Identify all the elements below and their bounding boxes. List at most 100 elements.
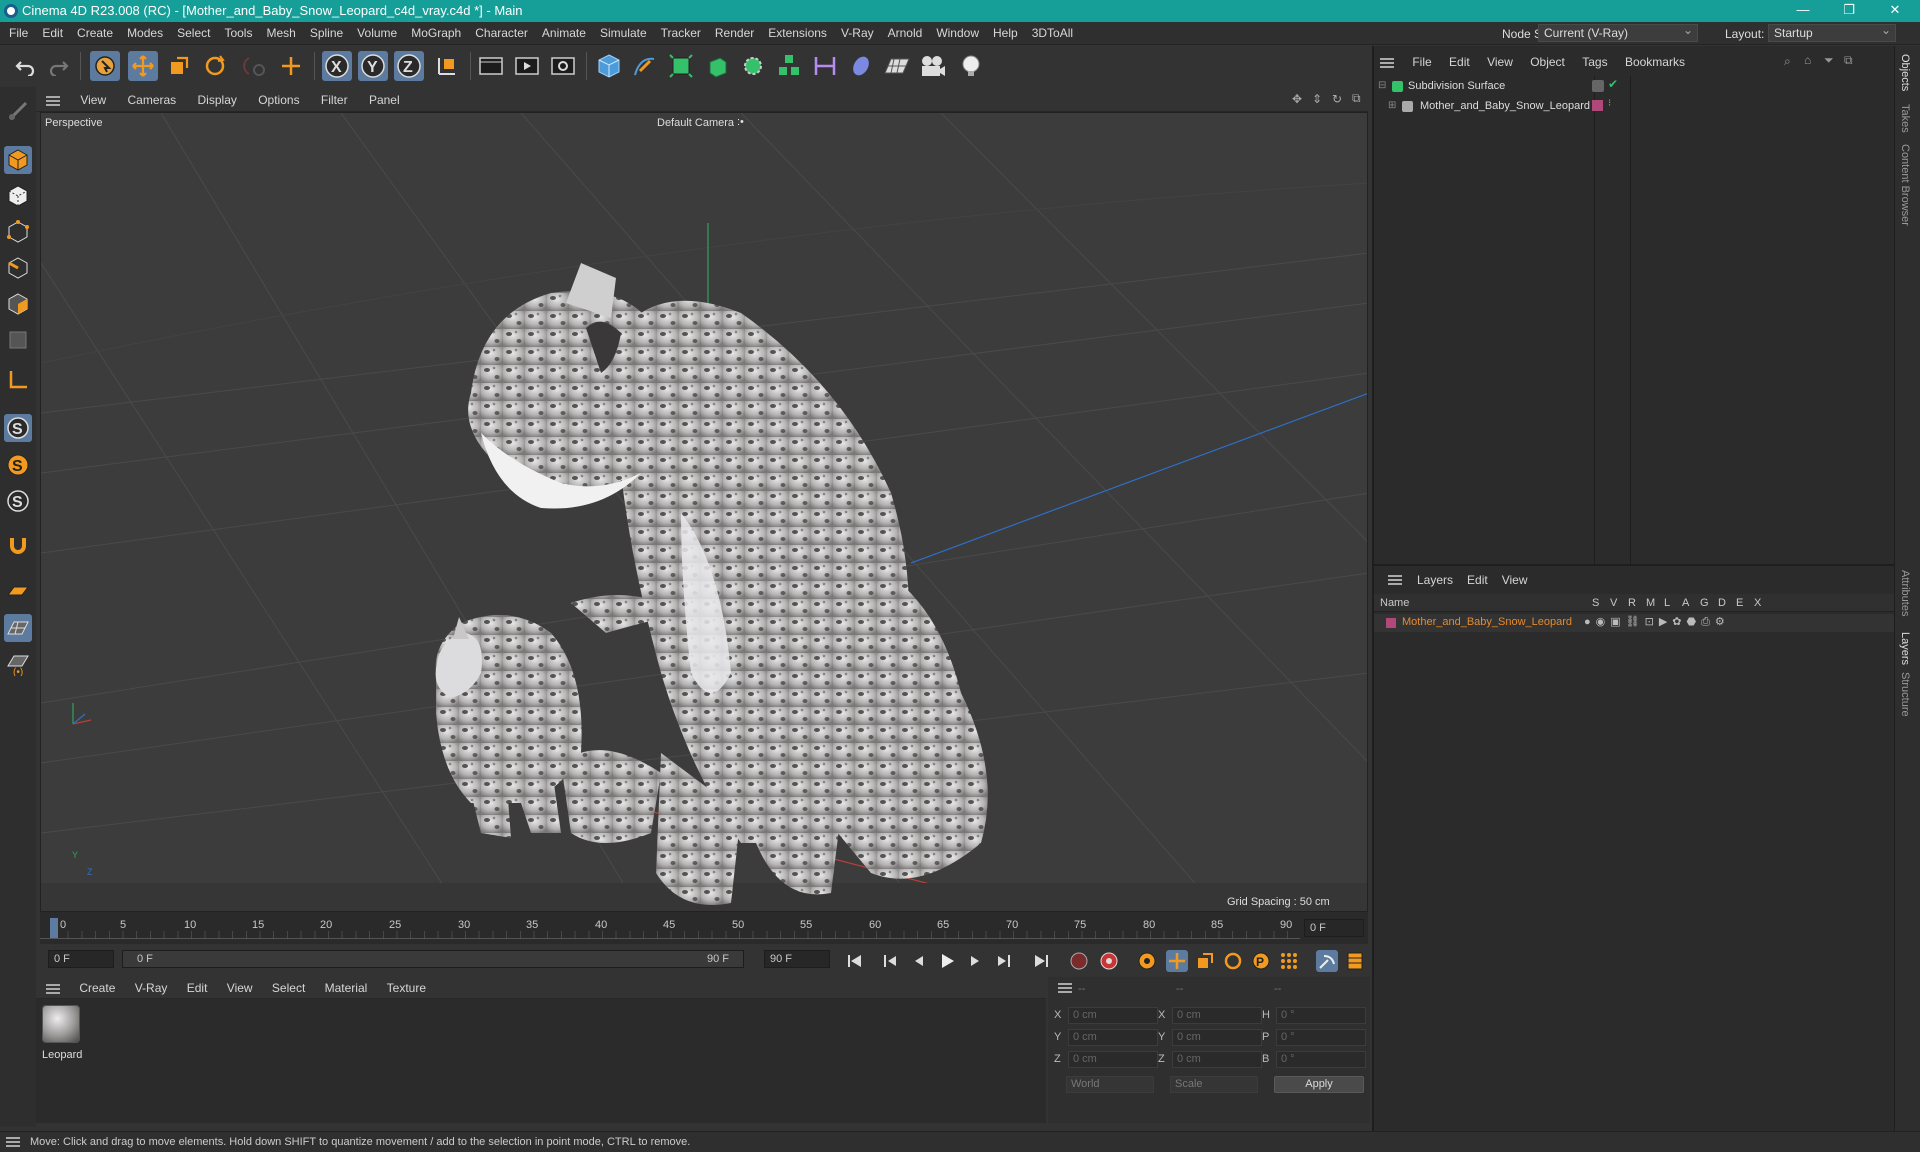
menu-select[interactable]: Select (170, 22, 217, 45)
material-menu-texture[interactable]: Texture (379, 977, 434, 999)
live-selection-icon[interactable] (90, 51, 120, 81)
layer-menu-edit[interactable]: Edit (1460, 573, 1495, 587)
rotation-h-field[interactable]: 0 ° (1276, 1007, 1366, 1024)
model-mode-icon[interactable] (4, 146, 32, 174)
layer-row[interactable]: Mother_and_Baby_Snow_Leopard ●◉▣⛓⊡▶✿⬣⎙⚙ (1374, 614, 1894, 632)
viewport-menu-display[interactable]: Display (189, 88, 246, 112)
magnet-icon[interactable] (4, 532, 32, 560)
material-thumbnail-leopard[interactable] (42, 1005, 80, 1043)
transform-icon[interactable] (276, 51, 306, 81)
menu-create[interactable]: Create (70, 22, 120, 45)
menu-edit[interactable]: Edit (35, 22, 70, 45)
material-menu-material[interactable]: Material (317, 977, 376, 999)
next-key-icon[interactable] (992, 950, 1014, 972)
tab-structure[interactable]: Structure (1899, 672, 1911, 717)
snap-s-icon[interactable]: S (4, 414, 32, 442)
tab-objects[interactable]: Objects (1899, 54, 1911, 91)
layer-menu-layers[interactable]: Layers (1410, 573, 1460, 587)
object-name-leopard[interactable]: Mother_and_Baby_Snow_Leopard (1420, 100, 1590, 112)
tree-expand-icon-2[interactable]: ⊞ (1388, 100, 1396, 111)
menu-vray[interactable]: V-Ray (834, 22, 881, 45)
object-menu-file[interactable]: File (1405, 52, 1438, 72)
layer-toggle-icons[interactable]: ●◉▣⛓⊡▶✿⬣⎙⚙ (1584, 615, 1730, 629)
menu-volume[interactable]: Volume (350, 22, 404, 45)
tree-expand-icon[interactable]: ⊟ (1378, 80, 1386, 91)
material-menu-create[interactable]: Create (71, 977, 123, 999)
record-keys-icon[interactable] (1068, 950, 1090, 972)
filter-icon[interactable]: ⏷ (1824, 53, 1834, 68)
viewport-menu-view[interactable]: View (71, 88, 115, 112)
point-mode-icon[interactable] (4, 218, 32, 246)
render-settings-icon[interactable] (548, 51, 578, 81)
tab-content-browser[interactable]: Content Browser (1899, 144, 1911, 226)
material-menu-icon[interactable] (46, 983, 60, 994)
position-key-icon[interactable] (1166, 950, 1188, 972)
viewport-move-icon[interactable]: ✥ (1292, 92, 1302, 106)
material-menu-edit[interactable]: Edit (179, 977, 216, 999)
menu-3dtoall[interactable]: 3DToAll (1025, 22, 1080, 45)
start-frame-field[interactable]: 0 F (48, 950, 114, 968)
scale-key-icon[interactable] (1194, 950, 1216, 972)
object-menu-object[interactable]: Object (1523, 52, 1572, 72)
viewport-menu-filter[interactable]: Filter (312, 88, 357, 112)
move-tool-icon[interactable] (128, 51, 158, 81)
menu-simulate[interactable]: Simulate (593, 22, 654, 45)
tab-attributes[interactable]: Attributes (1899, 570, 1911, 616)
status-menu-icon[interactable] (6, 1137, 20, 1147)
visibility-dots-icon[interactable]: ⁝ (1608, 98, 1611, 109)
object-row-subdivision[interactable]: ⊟ Subdivision Surface (1378, 78, 1588, 96)
keyframe-selection-icon[interactable] (1136, 950, 1158, 972)
object-menu-view[interactable]: View (1480, 52, 1520, 72)
previous-frame-icon[interactable] (908, 950, 930, 972)
layer-name[interactable]: Mother_and_Baby_Snow_Leopard (1402, 616, 1572, 628)
play-icon[interactable] (936, 950, 958, 972)
frame-range-slider[interactable]: 0 F 90 F (122, 950, 744, 968)
paint-brush-icon[interactable] (4, 97, 32, 125)
menu-render[interactable]: Render (708, 22, 761, 45)
size-mode-dropdown[interactable]: Scale (1170, 1076, 1258, 1093)
rotate-tool-icon[interactable] (200, 51, 230, 81)
coordinate-system-dropdown[interactable]: World (1066, 1076, 1154, 1093)
enabled-check-icon[interactable]: ✔ (1608, 77, 1618, 91)
home-icon[interactable]: ⌂ (1804, 53, 1811, 67)
menu-file[interactable]: File (2, 22, 35, 45)
grid-plane-icon[interactable] (4, 614, 32, 642)
layer-menu-icon[interactable] (1388, 575, 1402, 585)
snap-settings-icon[interactable]: S (4, 451, 32, 479)
undo-icon[interactable] (10, 51, 40, 81)
coordinates-menu-icon[interactable] (1058, 983, 1072, 993)
viewport-zoom-icon[interactable]: ⇕ (1312, 92, 1322, 106)
coordinate-system-icon[interactable] (432, 51, 462, 81)
layout-dropdown[interactable]: Startup (1768, 22, 1896, 42)
viewport-rotate-icon[interactable]: ↻ (1332, 92, 1342, 106)
light-icon[interactable] (956, 51, 986, 81)
motion-tracking-icon[interactable] (1316, 950, 1338, 972)
field-icon[interactable] (846, 51, 876, 81)
apply-button[interactable]: Apply (1274, 1076, 1364, 1093)
viewport-menu-cameras[interactable]: Cameras (118, 88, 185, 112)
minimize-button[interactable]: — (1780, 0, 1826, 22)
menu-modes[interactable]: Modes (120, 22, 170, 45)
position-z-field[interactable]: 0 cm (1068, 1051, 1158, 1068)
locked-workplane-icon[interactable]: (•) (4, 650, 32, 678)
size-x-field[interactable]: 0 cm (1172, 1007, 1262, 1024)
next-frame-icon[interactable] (964, 950, 986, 972)
viewport-maximize-icon[interactable]: ⧉ (1352, 91, 1361, 106)
pen-spline-icon[interactable] (630, 51, 660, 81)
node-space-dropdown[interactable]: Current (V-Ray) (1538, 22, 1698, 42)
subdivision-surface-icon[interactable] (666, 51, 696, 81)
extrude-icon[interactable] (702, 51, 732, 81)
object-name-subdivision[interactable]: Subdivision Surface (1408, 80, 1505, 92)
menu-window[interactable]: Window (929, 22, 986, 45)
menu-tools[interactable]: Tools (217, 22, 259, 45)
autokeying-icon[interactable] (1098, 950, 1120, 972)
rotation-key-icon[interactable] (1222, 950, 1244, 972)
material-menu-vray[interactable]: V-Ray (127, 977, 176, 999)
cube-icon[interactable] (594, 51, 624, 81)
current-frame-field[interactable]: 0 F (1304, 919, 1364, 937)
polygon-mode-icon[interactable] (4, 290, 32, 318)
render-view-icon[interactable] (476, 51, 506, 81)
viewport-menu-panel[interactable]: Panel (360, 88, 409, 112)
deformer-icon[interactable] (810, 51, 840, 81)
x-axis-lock-icon[interactable]: X (322, 51, 352, 81)
